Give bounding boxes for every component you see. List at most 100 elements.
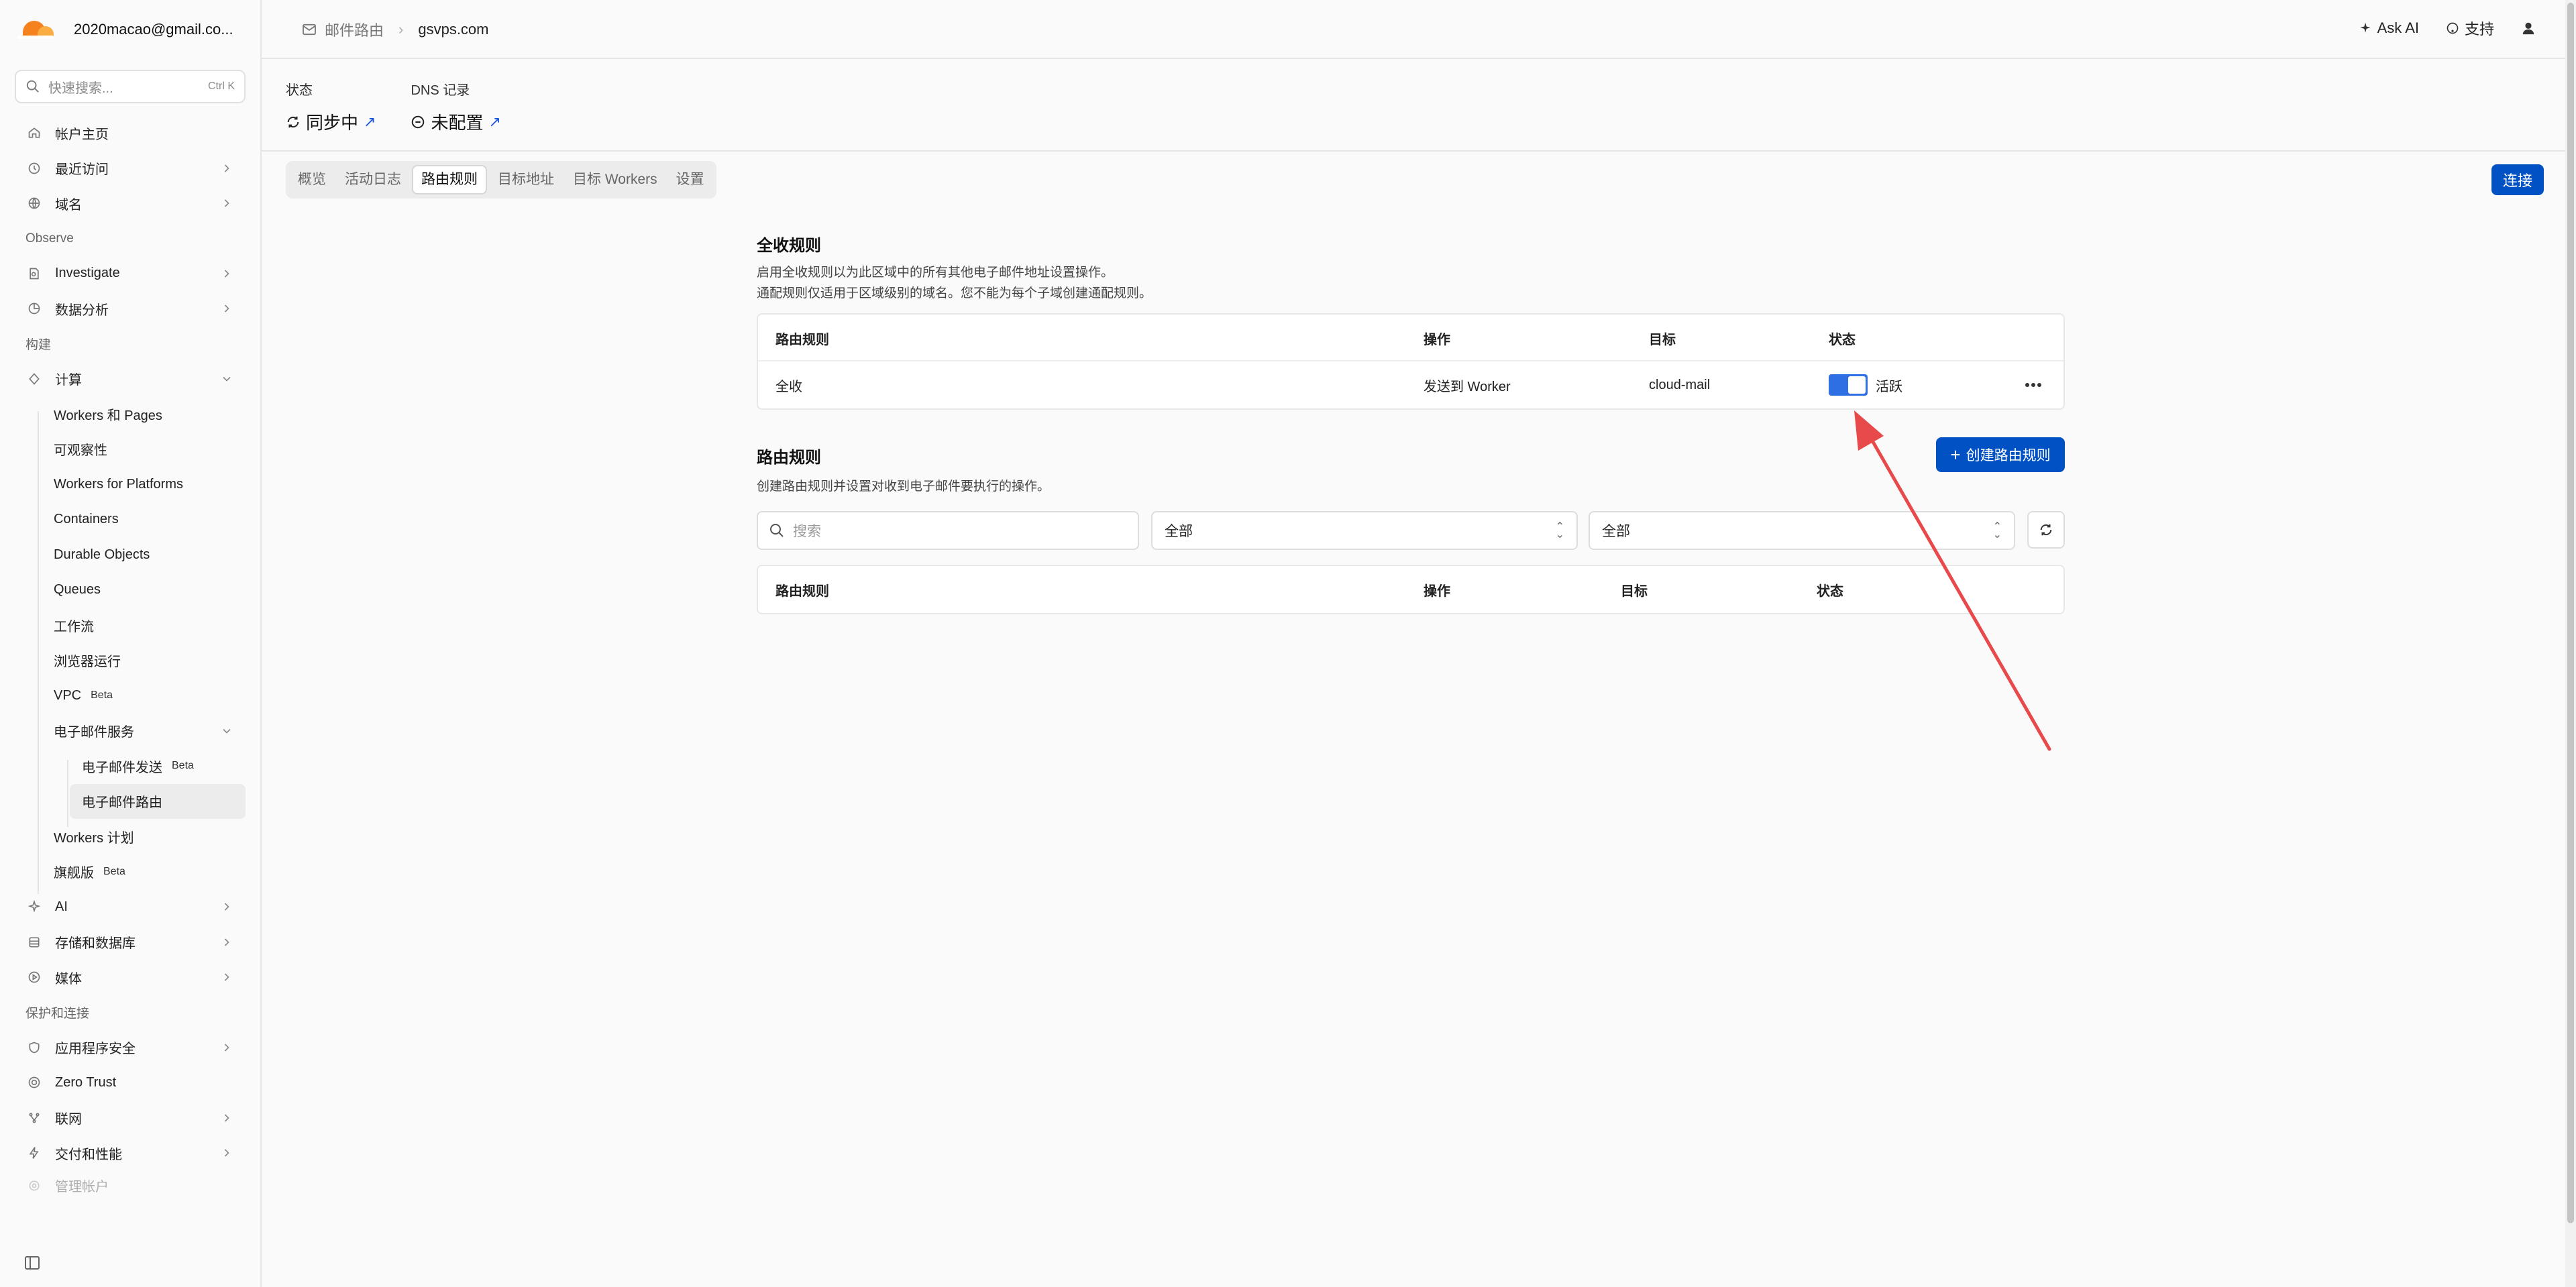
top-right-actions: Ask AI 支持 <box>2359 17 2536 39</box>
tab-destination-workers[interactable]: 目标 Workers <box>565 165 665 194</box>
quick-search[interactable]: 快速搜索... Ctrl K <box>15 70 246 103</box>
updown-icon: ⌃ ⌄ <box>1992 521 2002 541</box>
sidebar-item-app-security[interactable]: 应用程序安全 <box>0 1030 260 1066</box>
scrollbar-thumb[interactable] <box>2567 3 2574 1223</box>
sidebar-item-label: Workers 计划 <box>54 830 134 846</box>
breadcrumb-parent[interactable]: 邮件路由 <box>325 19 384 40</box>
sidebar-item-queues[interactable]: Queues <box>0 573 260 608</box>
refresh-icon <box>2040 524 2052 536</box>
table-header: 路由规则 操作 目标 状态 <box>758 566 2063 613</box>
sidebar-item-label: Zero Trust <box>55 1074 117 1090</box>
sidebar-item-email-service[interactable]: 电子邮件服务 <box>0 714 260 749</box>
sidebar-item-vpc[interactable]: VPC Beta <box>0 678 260 714</box>
beta-badge: Beta <box>103 865 125 877</box>
sidebar-item-label: Investigate <box>55 266 120 281</box>
beta-badge: Beta <box>172 760 194 772</box>
sidebar-item-label: 浏览器运行 <box>54 655 121 670</box>
status-value[interactable]: 同步中 ↗ <box>286 109 376 134</box>
chart-icon <box>27 301 42 316</box>
support-button[interactable]: 支持 <box>2446 17 2494 39</box>
minus-circle-icon <box>412 115 425 128</box>
sidebar-item-label: 交付和性能 <box>55 1147 122 1162</box>
sidebar-item-flagship[interactable]: 旗舰版 Beta <box>0 854 260 890</box>
beta-badge: Beta <box>91 689 113 702</box>
sidebar-item-workflows[interactable]: 工作流 <box>0 608 260 643</box>
create-routing-rule-button[interactable]: + 创建路由规则 <box>1936 437 2065 472</box>
select-value: 全部 <box>1602 524 1630 539</box>
sidebar-item-domains[interactable]: 域名 <box>0 186 260 221</box>
sidebar-item-browser-rendering[interactable]: 浏览器运行 <box>0 643 260 679</box>
gear-icon <box>27 1178 42 1193</box>
chevron-right-icon <box>224 938 229 946</box>
catch-all-desc-2: 通配规则仅适用于区域级别的域名。您不能为每个子域创建通配规则。 <box>757 286 1152 300</box>
chevron-right-icon <box>224 903 229 911</box>
sidebar-item-workers-pages[interactable]: Workers 和 Pages <box>0 396 260 432</box>
connect-button[interactable]: 连接 <box>2491 164 2544 195</box>
sidebar-item-storage[interactable]: 存储和数据库 <box>0 925 260 960</box>
chevron-right-icon <box>224 1149 229 1157</box>
sidebar-item-email-routing[interactable]: 电子邮件路由 <box>70 783 246 819</box>
catch-all-toggle[interactable] <box>1829 374 1868 396</box>
sidebar-item-label: 旗舰版 <box>54 866 94 881</box>
tab-overview[interactable]: 概览 <box>290 165 334 194</box>
sidebar-item-investigate[interactable]: Investigate <box>0 256 260 292</box>
sidebar-item-home[interactable]: 帐户主页 <box>0 115 260 151</box>
tab-routing-rules[interactable]: 路由规则 <box>412 165 487 194</box>
sidebar-item-containers[interactable]: Containers <box>0 502 260 538</box>
sidebar-item-label: VPC <box>54 687 82 703</box>
section-observe: Observe <box>25 231 74 245</box>
external-link-icon: ↗ <box>488 113 501 130</box>
sidebar-item-recent[interactable]: 最近访问 <box>0 151 260 186</box>
sidebar-item-workers-for-platforms[interactable]: Workers for Platforms <box>0 467 260 502</box>
breadcrumb-current: gsvps.com <box>418 21 489 38</box>
tab-destination-addresses[interactable]: 目标地址 <box>490 165 562 194</box>
account-switcher[interactable]: 2020macao@gmail.co... <box>16 15 233 44</box>
sidebar-item-delivery[interactable]: 交付和性能 <box>0 1135 260 1171</box>
tab-settings[interactable]: 设置 <box>668 165 712 194</box>
status-filter-select[interactable]: 全部 ⌃ ⌄ <box>1589 511 2015 550</box>
sidebar-item-analytics[interactable]: 数据分析 <box>0 291 260 327</box>
row-actions-button[interactable] <box>2025 361 2042 408</box>
ask-ai-button[interactable]: Ask AI <box>2359 19 2419 37</box>
support-label: 支持 <box>2464 21 2494 38</box>
cloudflare-logo <box>16 19 55 40</box>
shield-icon <box>27 1040 42 1055</box>
collapse-sidebar-button[interactable] <box>24 1255 40 1270</box>
tab-activity-log[interactable]: 活动日志 <box>337 165 409 194</box>
sidebar-item-observability[interactable]: 可观察性 <box>0 432 260 467</box>
sparkle-icon <box>2360 22 2371 33</box>
sidebar-item-durable-objects[interactable]: Durable Objects <box>0 537 260 573</box>
sidebar-item-ai[interactable]: AI <box>0 889 260 925</box>
sidebar-item-media[interactable]: 媒体 <box>0 960 260 995</box>
main-content: 全收规则 启用全收规则以为此区域中的所有其他电子邮件地址设置操作。 通配规则仅适… <box>757 232 2065 614</box>
sidebar-item-networking[interactable]: 联网 <box>0 1101 260 1136</box>
sidebar-item-workers-plan[interactable]: Workers 计划 <box>0 819 260 854</box>
shortcut-hint: Ctrl K <box>208 80 235 92</box>
sidebar-item-label: 域名 <box>55 197 82 213</box>
sync-status: 状态 同步中 ↗ <box>286 79 376 134</box>
action-filter-select[interactable]: 全部 ⌃ ⌄ <box>1151 511 1578 550</box>
sidebar-item-manage-account[interactable]: 管理帐户 <box>0 1171 260 1200</box>
status-label: 状态 <box>286 83 313 98</box>
sidebar-item-email-sending[interactable]: 电子邮件发送 Beta <box>0 748 260 784</box>
quick-search-placeholder: 快速搜索... <box>48 80 113 96</box>
rule-target: cloud-mail <box>1649 377 1711 392</box>
page-scrollbar[interactable] <box>2565 0 2576 1287</box>
external-link-icon: ↗ <box>364 113 376 130</box>
sidebar-item-label: 可观察性 <box>54 443 107 459</box>
routing-rules-table: 路由规则 操作 目标 状态 <box>757 565 2065 614</box>
status-value-text: 同步中 <box>306 113 359 133</box>
bolt-icon <box>27 1145 42 1160</box>
sidebar-item-zero-trust[interactable]: Zero Trust <box>0 1065 260 1101</box>
dns-value[interactable]: 未配置 ↗ <box>411 109 501 134</box>
sidebar-item-label: Workers for Platforms <box>54 476 183 492</box>
compute-icon <box>27 372 42 386</box>
refresh-button[interactable] <box>2027 511 2065 549</box>
user-menu-button[interactable] <box>2521 21 2536 36</box>
help-icon <box>2447 22 2459 34</box>
zone-status: 状态 同步中 ↗ DNS 记录 未配置 ↗ <box>286 79 501 134</box>
rules-search-input[interactable]: 搜索 <box>757 511 1139 550</box>
home-icon <box>27 125 42 140</box>
sidebar-item-compute[interactable]: 计算 <box>0 361 260 397</box>
status-text: 活跃 <box>1876 379 1902 394</box>
